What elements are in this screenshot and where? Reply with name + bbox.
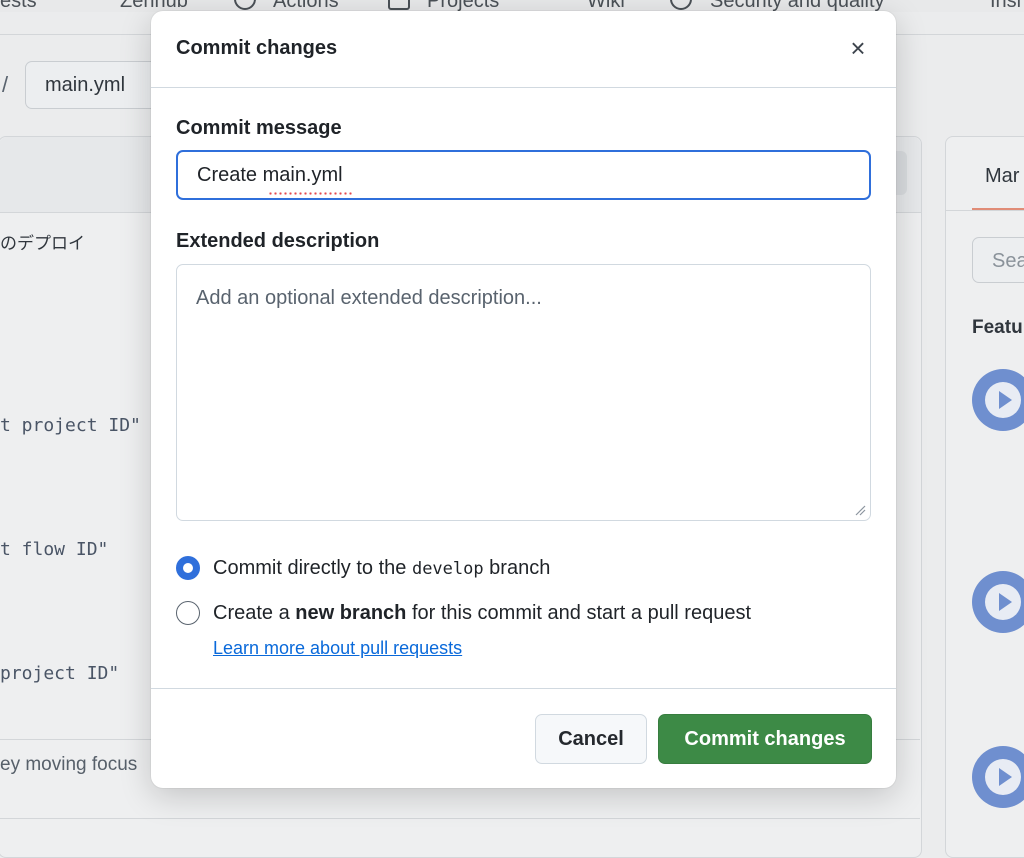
resize-handle-icon[interactable] (854, 504, 866, 516)
focus-tip: ey moving focus (0, 754, 138, 775)
header-divider (151, 87, 896, 88)
marketplace-search-input[interactable]: Sea (972, 237, 1024, 283)
code-comment: のデプロイ (0, 234, 85, 254)
actions-icon (234, 0, 256, 10)
shield-icon (670, 0, 692, 10)
footer-divider (151, 688, 896, 689)
play-icon[interactable] (972, 369, 1024, 431)
learn-more-link[interactable]: Learn more about pull requests (213, 638, 462, 659)
extended-description-textarea[interactable] (176, 264, 871, 521)
tab-marketplace[interactable]: Mar (985, 165, 1019, 188)
create-branch-radio[interactable] (176, 601, 200, 625)
commit-direct-radio[interactable] (176, 556, 200, 580)
projects-icon (388, 0, 410, 10)
extended-description-label: Extended description (176, 230, 380, 252)
code-line: t flow ID" (0, 539, 109, 560)
spellcheck-underline (268, 192, 352, 195)
nav-pull-requests[interactable]: ests (0, 0, 37, 12)
code-line: t project ID" (0, 415, 141, 436)
commit-message-label: Commit message (176, 117, 342, 139)
dialog-title: Commit changes (176, 37, 338, 59)
commit-direct-label[interactable]: Commit directly to the develop branch (213, 557, 550, 580)
nav-insights[interactable]: Insi (990, 0, 1021, 12)
featured-heading: Featu (972, 317, 1023, 338)
create-branch-label[interactable]: Create a new branch for this commit and … (213, 602, 751, 625)
branch-name: develop (411, 559, 484, 579)
marketplace-panel: Mar Sea Featu (945, 136, 1024, 858)
cancel-button[interactable]: Cancel (535, 714, 647, 764)
play-icon[interactable] (972, 746, 1024, 808)
close-icon: × (850, 33, 866, 63)
code-line: project ID" (0, 663, 120, 684)
editor-bottom-divider (0, 818, 920, 819)
commit-changes-dialog: Commit changes × Commit message Extended… (151, 11, 896, 788)
breadcrumb-separator: / (2, 72, 9, 97)
commit-changes-button[interactable]: Commit changes (658, 714, 872, 764)
panel-divider (946, 210, 1024, 211)
play-icon[interactable] (972, 571, 1024, 633)
close-button[interactable]: × (841, 33, 875, 67)
